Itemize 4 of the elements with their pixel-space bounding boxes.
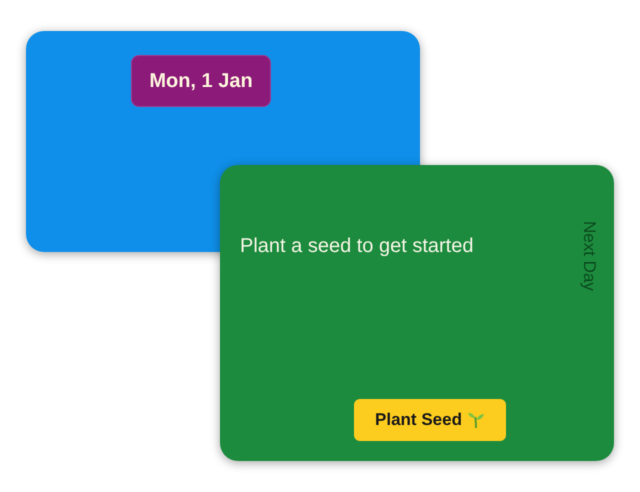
date-label: Mon, 1 Jan	[131, 55, 271, 107]
plant-seed-button[interactable]: Plant Seed	[354, 399, 506, 441]
seed-message: Plant a seed to get started	[240, 234, 474, 259]
sprout-icon	[466, 411, 485, 429]
